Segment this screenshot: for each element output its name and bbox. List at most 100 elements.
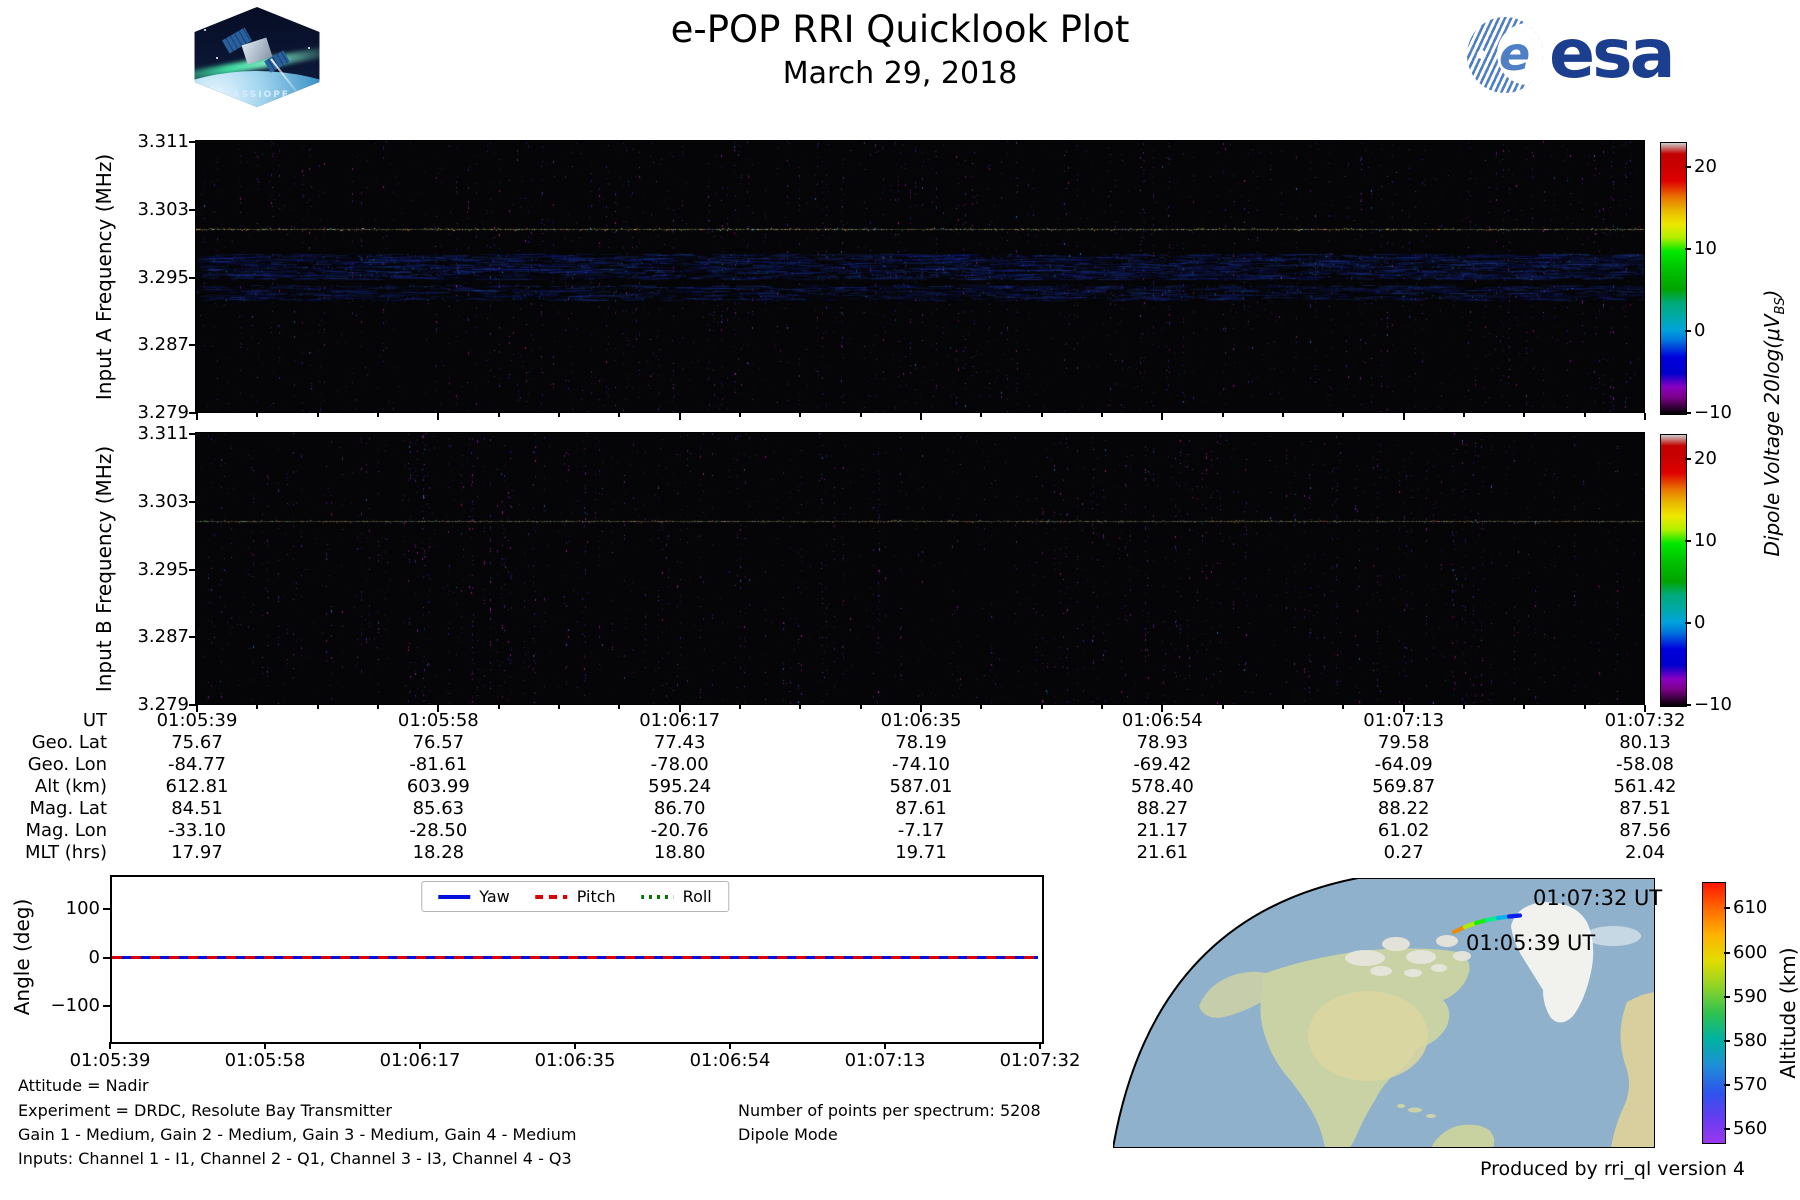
- x-tick-mark: [1101, 705, 1103, 709]
- ephemeris-cell: 78.93: [1136, 732, 1189, 753]
- esa-logo: e esa: [1467, 15, 1675, 94]
- legend-line-sample: [438, 894, 471, 899]
- altitude-tick-label: 580: [1733, 1029, 1768, 1051]
- ephemeris-cell: 19.71: [895, 842, 947, 863]
- x-tick-mark: [739, 705, 741, 709]
- x-tick-mark: [618, 705, 621, 709]
- x-tick-mark: [859, 413, 862, 417]
- legend-label: Yaw: [479, 887, 510, 906]
- ephemeris-cell: 80.13: [1619, 732, 1671, 753]
- y-tick-label: 3.311: [137, 423, 189, 444]
- ephemeris-cell: 87.61: [895, 798, 947, 819]
- input-b-spectrogram-canvas: [196, 433, 1644, 704]
- x-tick-mark: [1221, 413, 1224, 417]
- ephemeris-cell: 79.58: [1377, 732, 1430, 753]
- ephemeris-cell: 76.57: [412, 732, 465, 753]
- x-tick-mark: [1523, 413, 1526, 417]
- x-tick-mark: [1040, 705, 1043, 709]
- ephemeris-cell: 01:07:13: [1363, 710, 1445, 731]
- dipole-colorbar-label-sub: BS: [1773, 297, 1788, 315]
- ephemeris-cell: -7.17: [897, 820, 945, 841]
- ephemeris-cell: 87.51: [1619, 798, 1671, 819]
- colorbar-tick-label: 10: [1694, 237, 1717, 259]
- esa-globe-dot: [1477, 50, 1486, 59]
- x-tick-mark: [980, 705, 983, 709]
- x-tick-mark: [497, 705, 500, 709]
- x-tick-mark: [316, 705, 319, 709]
- experiment-annotation: Experiment = DRDC, Resolute Bay Transmit…: [18, 1101, 392, 1120]
- y-tick-label: 3.287: [137, 626, 189, 648]
- ephemeris-cell: -28.50: [409, 820, 468, 841]
- colorbar-tick-mark: [1685, 457, 1691, 460]
- x-tick-mark: [1342, 705, 1345, 709]
- ephemeris-cell: 77.43: [653, 732, 706, 753]
- ephemeris-cell: 17.97: [171, 842, 223, 863]
- ephemeris-cell: 603.99: [406, 776, 470, 797]
- angle-x-tick-mark: [109, 1042, 111, 1049]
- y-tick-label: 3.295: [137, 558, 189, 580]
- legend-item: Roll: [641, 887, 712, 906]
- altitude-tick-mark: [1724, 1127, 1730, 1130]
- ephemeris-cell: 18.80: [653, 842, 706, 863]
- angle-x-tick-mark: [884, 1042, 886, 1049]
- x-tick-mark: [980, 413, 983, 417]
- ephemeris-cell: 595.24: [648, 776, 712, 797]
- x-tick-mark: [1402, 413, 1405, 420]
- great-plains-region: [1308, 991, 1428, 1081]
- attitude-annotation: Attitude = Nadir: [18, 1076, 149, 1095]
- x-tick-mark: [1101, 413, 1103, 417]
- x-tick-mark: [859, 705, 862, 709]
- ephemeris-cell: 01:05:58: [397, 710, 479, 731]
- produced-by-footer: Produced by rri_ql version 4: [1480, 1158, 1745, 1180]
- dipole-colorbar-label: Dipole Voltage 20log(μVBS): [1760, 290, 1788, 557]
- ephemeris-cell: -78.00: [650, 754, 709, 775]
- legend-label: Pitch: [576, 887, 616, 906]
- ephemeris-cell: 61.02: [1377, 820, 1430, 841]
- x-tick-mark: [256, 705, 259, 709]
- colorbar-tick-mark: [1685, 247, 1691, 250]
- altitude-tick-label: 610: [1733, 897, 1768, 919]
- track-end-time-label: 01:07:32 UT: [1533, 886, 1663, 910]
- ephemeris-row-label: Mag. Lat: [29, 798, 107, 819]
- ephemeris-cell: 86.70: [653, 798, 706, 819]
- x-tick-mark: [497, 413, 500, 417]
- x-tick-mark: [920, 413, 922, 420]
- x-tick-mark: [1282, 413, 1284, 417]
- x-tick-mark: [799, 413, 802, 417]
- legend-label: Roll: [682, 887, 712, 906]
- x-tick-mark: [196, 413, 198, 420]
- angle-legend: Yaw Pitch Roll: [421, 881, 729, 912]
- altitude-tick-mark: [1724, 995, 1730, 998]
- y-tick-mark: [189, 344, 196, 347]
- angle-x-tick-mark: [419, 1042, 421, 1049]
- cassiope-patch-label: CASSIOPE: [224, 90, 290, 100]
- y-tick-label: 3.311: [137, 131, 189, 152]
- y-tick-mark: [189, 208, 196, 211]
- ephemeris-cell: -81.61: [409, 754, 468, 775]
- ground-track-segment: [1506, 913, 1523, 919]
- esa-globe-crescent: e: [1497, 23, 1543, 85]
- y-tick-label: 3.295: [137, 266, 189, 288]
- colorbar-tick-mark: [1685, 165, 1691, 168]
- spectrogram-input-b-panel: [195, 432, 1645, 705]
- y-tick-label: 3.287: [137, 334, 189, 356]
- ephemeris-cell: 01:06:35: [880, 710, 962, 731]
- x-tick-mark: [1221, 705, 1224, 709]
- x-tick-mark: [558, 413, 560, 417]
- ephemeris-cell: 612.81: [165, 776, 229, 797]
- esa-wordmark: esa: [1549, 15, 1675, 94]
- altitude-tick-label: 600: [1733, 941, 1768, 963]
- colorbar-tick-label: 0: [1694, 611, 1706, 633]
- figure-root: CASSIOPE e-POP RRI Quicklook Plot March …: [0, 0, 1800, 1200]
- x-tick-mark: [558, 705, 560, 709]
- ephemeris-cell: -64.09: [1374, 754, 1433, 775]
- angle-x-tick-label: 01:06:35: [534, 1050, 616, 1071]
- altitude-tick-mark: [1724, 1039, 1730, 1042]
- ephemeris-cell: -33.10: [167, 820, 227, 841]
- ephemeris-row-label: Alt (km): [34, 776, 107, 797]
- angle-y-tick-label: 0: [88, 946, 100, 968]
- angle-x-tick-mark: [729, 1042, 731, 1049]
- angle-y-tick-mark: [103, 1005, 110, 1008]
- x-tick-mark: [1523, 705, 1526, 709]
- colorbar-tick-label: 10: [1694, 529, 1717, 551]
